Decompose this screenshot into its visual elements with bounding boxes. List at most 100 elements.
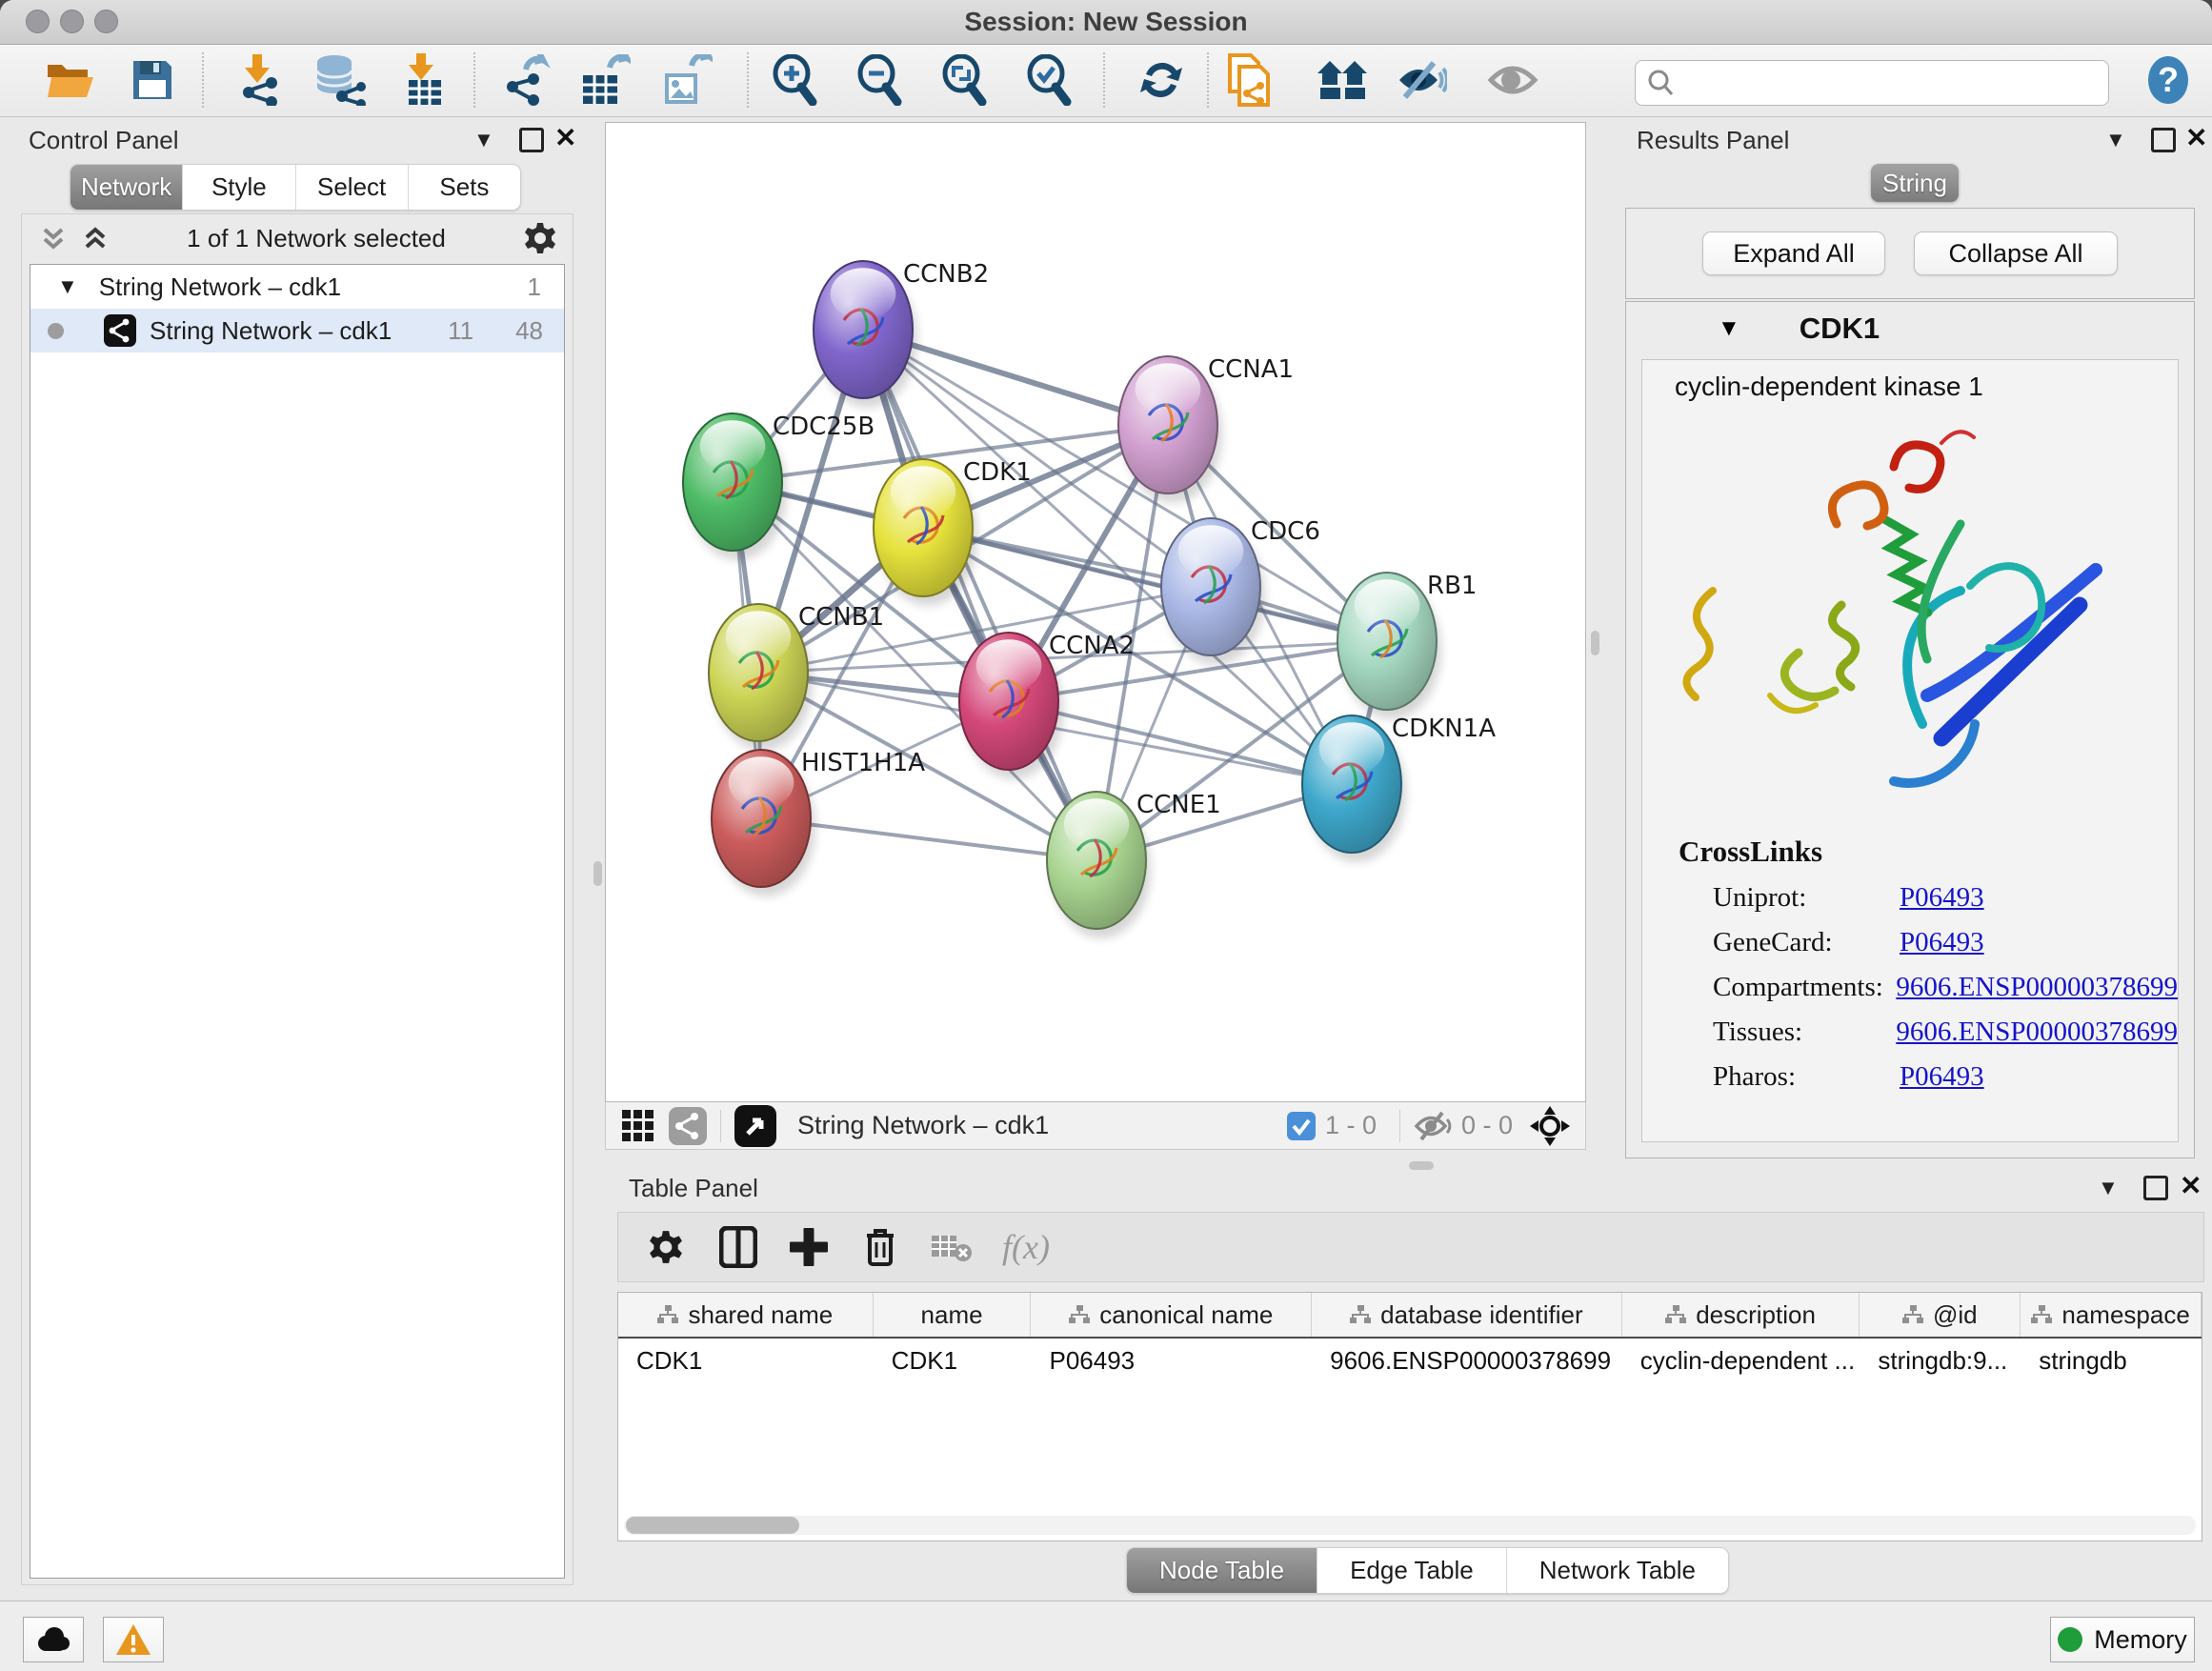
- network-node-RB1[interactable]: RB1: [1337, 572, 1477, 719]
- network-node-CCNA2[interactable]: CCNA2: [959, 632, 1135, 779]
- export-network-button[interactable]: [501, 54, 551, 106]
- zoom-fit-button[interactable]: [940, 54, 988, 106]
- horizontal-scrollbar[interactable]: [624, 1516, 2196, 1535]
- crosslink-link[interactable]: P06493: [1900, 882, 1984, 914]
- tab-string[interactable]: String: [1871, 164, 1959, 202]
- left-splitter-handle[interactable]: [593, 861, 602, 886]
- panel-float-icon[interactable]: [2143, 1176, 2168, 1205]
- tab-edge-table[interactable]: Edge Table: [1317, 1548, 1506, 1593]
- expand-all-icon[interactable]: [81, 224, 110, 252]
- node-label: CCNA1: [1208, 355, 1294, 384]
- add-column-icon[interactable]: [790, 1228, 828, 1266]
- column-header-description[interactable]: description: [1622, 1293, 1860, 1337]
- apply-layout-button[interactable]: [1136, 55, 1186, 105]
- save-session-button[interactable]: [131, 58, 174, 102]
- search-input[interactable]: [1683, 69, 2108, 98]
- tab-sets[interactable]: Sets: [408, 165, 520, 210]
- table-row[interactable]: CDK1CDK1P064939606.ENSP00000378699cyclin…: [618, 1339, 2202, 1382]
- zoom-in-button[interactable]: [771, 54, 818, 106]
- tree-expander-icon[interactable]: ▼: [57, 274, 78, 299]
- crosslink-link[interactable]: P06493: [1900, 927, 1984, 958]
- import-network-database-button[interactable]: [313, 54, 367, 106]
- crosslink-link[interactable]: 9606.ENSP00000378699: [1896, 972, 2178, 1003]
- network-node-CCNE1[interactable]: CCNE1: [1047, 791, 1221, 938]
- warnings-button[interactable]: [103, 1617, 164, 1662]
- network-node-HIST1H1A[interactable]: HIST1H1A: [712, 749, 925, 896]
- hidden-eye-slash-icon[interactable]: [1414, 1111, 1452, 1141]
- tab-style[interactable]: Style: [182, 165, 294, 210]
- zoom-out-button[interactable]: [855, 54, 903, 106]
- table-cell[interactable]: cyclin-dependent ...: [1622, 1339, 1860, 1382]
- table-cell[interactable]: CDK1: [618, 1339, 874, 1382]
- network-node-CCNB2[interactable]: CCNB2: [814, 260, 989, 408]
- table-cell[interactable]: stringdb: [2021, 1339, 2202, 1382]
- table-cell[interactable]: P06493: [1031, 1339, 1312, 1382]
- table-cell[interactable]: stringdb:9...: [1860, 1339, 2021, 1382]
- column-header-canonical-name[interactable]: canonical name: [1031, 1293, 1312, 1337]
- tab-node-table[interactable]: Node Table: [1127, 1548, 1317, 1593]
- section-collapse-icon[interactable]: ▼: [1718, 315, 1740, 342]
- expand-all-button[interactable]: Expand All: [1702, 232, 1885, 275]
- collapse-all-button[interactable]: Collapse All: [1914, 232, 2118, 275]
- export-image-button[interactable]: [663, 54, 713, 106]
- import-network-file-button[interactable]: [235, 54, 283, 106]
- network-share-icon[interactable]: [669, 1107, 707, 1145]
- network-edge[interactable]: [863, 330, 1096, 860]
- table-gear-icon[interactable]: [648, 1229, 684, 1265]
- crosslink-link[interactable]: 9606.ENSP00000378699: [1896, 1017, 2178, 1048]
- tab-network[interactable]: Network: [70, 165, 182, 210]
- network-node-CCNA1[interactable]: CCNA1: [1118, 355, 1294, 503]
- delete-column-icon[interactable]: [863, 1226, 897, 1268]
- zoom-selected-button[interactable]: [1025, 54, 1073, 106]
- selected-counts: 1 - 0: [1325, 1111, 1377, 1140]
- panel-close-icon[interactable]: ✕: [554, 122, 576, 153]
- import-table-button[interactable]: [403, 53, 445, 107]
- tab-select[interactable]: Select: [295, 165, 408, 210]
- node-label: CDK1: [963, 458, 1032, 487]
- selected-checkbox-icon[interactable]: [1287, 1112, 1316, 1140]
- hide-selection-icon[interactable]: [1396, 59, 1447, 101]
- table-cell[interactable]: 9606.ENSP00000378699: [1312, 1339, 1622, 1382]
- network-canvas[interactable]: CCNB2CCNA1CDC25BCDK1CDC6RB1CCNB1CCNA2CDK…: [605, 122, 1586, 1102]
- toolbar-separator: [1103, 52, 1105, 108]
- panel-menu-icon[interactable]: ▼: [2098, 1176, 2119, 1200]
- network-view-toolbar: String Network – cdk1 1 - 0 0 - 0: [605, 1102, 1586, 1150]
- memory-button[interactable]: Memory: [2050, 1617, 2195, 1662]
- gear-icon[interactable]: [523, 221, 557, 255]
- tab-network-table[interactable]: Network Table: [1506, 1548, 1728, 1593]
- network-collection-row[interactable]: ▼ String Network – cdk1 1: [30, 265, 564, 309]
- grid-view-icon[interactable]: [621, 1109, 655, 1143]
- network-row-selected[interactable]: String Network – cdk1 11 48: [30, 309, 564, 352]
- network-node-CDC6[interactable]: CDC6: [1161, 517, 1320, 665]
- cloud-button[interactable]: [23, 1617, 84, 1662]
- home-button[interactable]: [1317, 59, 1370, 101]
- scrollbar-thumb[interactable]: [626, 1517, 799, 1534]
- export-table-button[interactable]: [581, 54, 631, 106]
- column-header-shared-name[interactable]: shared name: [618, 1293, 874, 1337]
- panel-close-icon[interactable]: ✕: [2180, 1170, 2202, 1201]
- network-node-CDC25B[interactable]: CDC25B: [683, 413, 875, 560]
- fit-content-crosshair-icon[interactable]: [1530, 1106, 1570, 1146]
- panel-float-icon[interactable]: [519, 128, 544, 157]
- crosslink-link[interactable]: P06493: [1900, 1061, 1984, 1093]
- column-header-@id[interactable]: @id: [1860, 1293, 2021, 1337]
- open-session-button[interactable]: [46, 59, 95, 101]
- column-header-database-identifier[interactable]: database identifier: [1312, 1293, 1622, 1337]
- panel-menu-icon[interactable]: ▼: [2105, 128, 2126, 152]
- right-splitter-handle[interactable]: [1591, 631, 1599, 655]
- panel-close-icon[interactable]: ✕: [2185, 122, 2207, 153]
- panel-float-icon[interactable]: [2151, 128, 2176, 157]
- network-node-CDKN1A[interactable]: CDKN1A: [1302, 715, 1496, 862]
- column-header-namespace[interactable]: namespace: [2021, 1293, 2202, 1337]
- new-network-from-selection-button[interactable]: [1226, 53, 1272, 107]
- help-button[interactable]: ?: [2146, 55, 2190, 105]
- column-header-name[interactable]: name: [874, 1293, 1032, 1337]
- bottom-splitter-handle[interactable]: [1409, 1161, 1434, 1170]
- collapse-all-icon[interactable]: [39, 224, 68, 252]
- search-box[interactable]: [1635, 60, 2109, 106]
- show-columns-icon[interactable]: [719, 1226, 757, 1268]
- birdseye-view-icon[interactable]: [734, 1105, 776, 1147]
- table-cell[interactable]: CDK1: [874, 1339, 1032, 1382]
- panel-menu-icon[interactable]: ▼: [473, 128, 494, 152]
- network-node-CDK1[interactable]: CDK1: [874, 458, 1032, 606]
